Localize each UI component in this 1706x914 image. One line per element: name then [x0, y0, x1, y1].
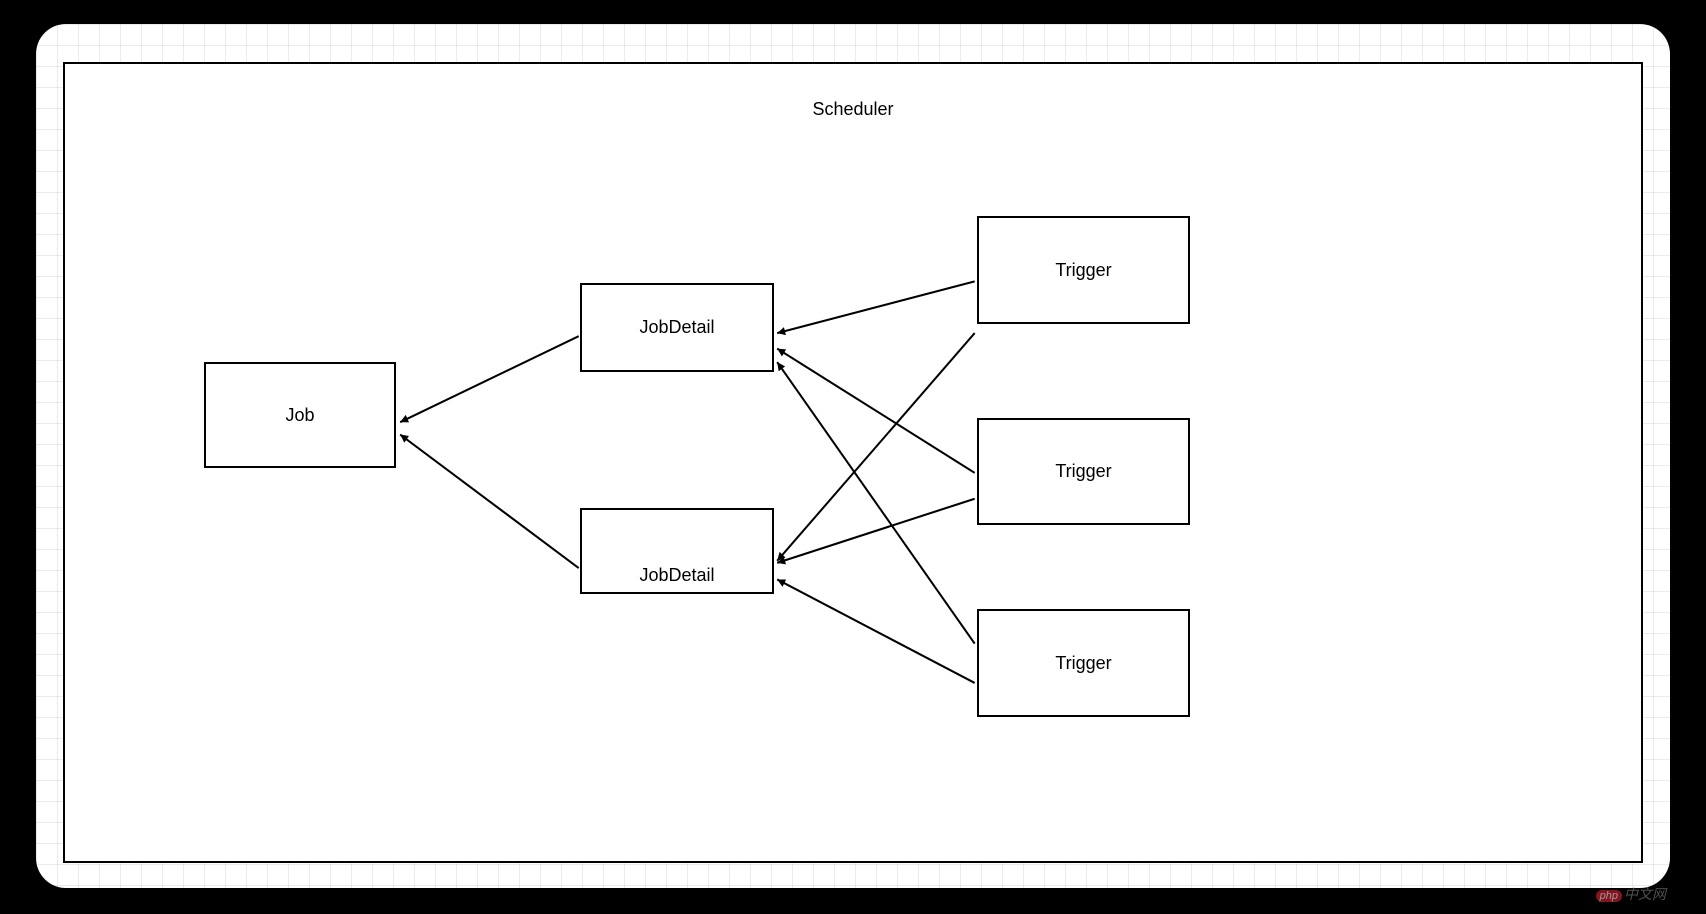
node-trigger-1: Trigger	[977, 216, 1190, 324]
watermark-php: php中文网	[1596, 884, 1666, 904]
node-jobdetail-1: JobDetail	[580, 283, 774, 372]
node-jobdetail-2-label: JobDetail	[639, 565, 714, 586]
php-badge: php	[1596, 890, 1622, 902]
scheduler-container: Scheduler Job JobDetail JobDetail Trigge…	[63, 62, 1643, 863]
edge-t2-jd2	[777, 499, 974, 563]
edge-jd2-job	[400, 435, 579, 569]
diagram-canvas: Scheduler Job JobDetail JobDetail Trigge…	[36, 24, 1670, 888]
node-job-label: Job	[285, 405, 314, 426]
edge-jd1-job	[400, 336, 579, 422]
node-jobdetail-1-label: JobDetail	[639, 317, 714, 338]
edge-t1-jd1	[777, 281, 974, 333]
node-trigger-3-label: Trigger	[1055, 653, 1111, 674]
node-trigger-3: Trigger	[977, 609, 1190, 717]
node-jobdetail-2: JobDetail	[580, 508, 774, 594]
node-trigger-2-label: Trigger	[1055, 461, 1111, 482]
php-text: 中文网	[1624, 886, 1666, 902]
edge-t3-jd1	[777, 362, 974, 644]
edge-t3-jd2	[777, 579, 974, 683]
node-trigger-1-label: Trigger	[1055, 260, 1111, 281]
scheduler-title: Scheduler	[65, 99, 1641, 120]
node-job: Job	[204, 362, 396, 468]
edge-t2-jd1	[777, 349, 974, 473]
node-trigger-2: Trigger	[977, 418, 1190, 525]
edge-t1-jd2	[777, 333, 974, 561]
outer-frame: Scheduler Job JobDetail JobDetail Trigge…	[0, 0, 1706, 914]
watermark-csdn: CSDN @梦醒贰零之时	[1264, 888, 1406, 908]
